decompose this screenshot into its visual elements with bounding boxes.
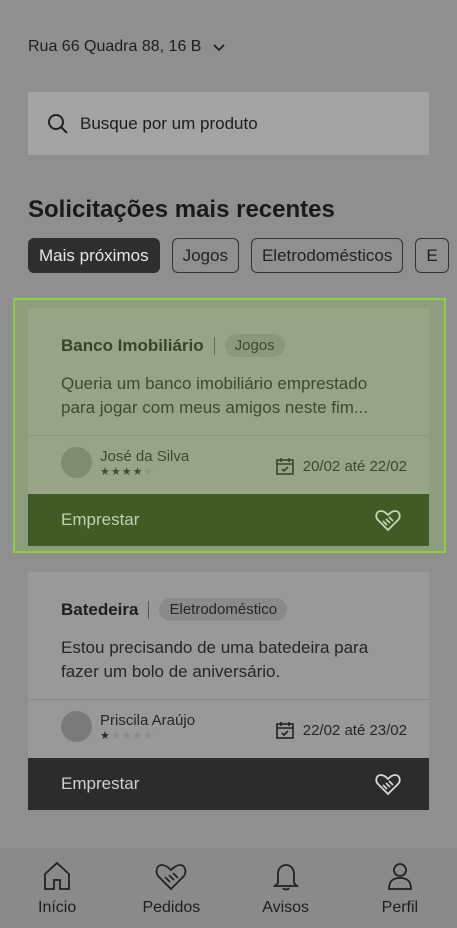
handshake-heart-icon: [375, 510, 401, 532]
date-range: 20/02 até 22/02: [302, 457, 407, 475]
nav-avisos[interactable]: Avisos: [236, 859, 336, 917]
nav-label: Início: [38, 899, 77, 916]
filter-chip-more[interactable]: E: [415, 238, 449, 273]
filter-chip-proximos[interactable]: Mais próximos: [28, 238, 160, 273]
chevron-down-icon: [213, 44, 226, 52]
search-icon: [48, 113, 68, 134]
search-input[interactable]: Busque por um produto: [28, 92, 429, 155]
request-card[interactable]: Banco Imobiliário Jogos Queria um banco …: [28, 308, 429, 546]
product-name: Banco Imobiliário: [61, 335, 204, 355]
address-selector[interactable]: Rua 66 Quadra 88, 16 B: [28, 38, 227, 56]
date-range: 22/02 até 23/02: [302, 721, 407, 739]
request-description: Estou precisando de uma batedeira para f…: [61, 638, 369, 681]
search-placeholder: Busque por um produto: [80, 113, 258, 133]
requester-name: José da Silva: [100, 447, 190, 465]
nav-label: Pedidos: [142, 899, 201, 916]
nav-pedidos[interactable]: Pedidos: [121, 859, 221, 917]
address-text: Rua 66 Quadra 88, 16 B: [28, 38, 202, 55]
category-tag: Jogos: [224, 334, 285, 357]
lend-button[interactable]: Emprestar: [28, 758, 429, 810]
user-icon: [387, 863, 412, 890]
handshake-heart-icon: [375, 774, 401, 796]
request-card[interactable]: Batedeira Eletrodoméstico Estou precisan…: [28, 572, 429, 810]
home-icon: [44, 861, 71, 890]
requester[interactable]: José da Silva ★★★★★: [61, 447, 189, 478]
filter-chip-jogos[interactable]: Jogos: [171, 238, 239, 273]
calendar-icon: [275, 722, 294, 739]
filter-chips: Mais próximos Jogos Eletrodomésticos E: [28, 238, 449, 273]
requester[interactable]: Priscila Araújo ★★★★★: [61, 711, 195, 742]
rating-stars: ★★★★★: [100, 465, 155, 478]
avatar: [61, 447, 92, 478]
nav-perfil[interactable]: Perfil: [350, 859, 450, 917]
handshake-heart-icon: [156, 864, 187, 891]
nav-inicio[interactable]: Início: [7, 859, 107, 917]
request-description: Queria um banco imobiliário emprestado p…: [61, 374, 369, 417]
category-tag: Eletrodoméstico: [159, 598, 288, 621]
divider: [28, 699, 429, 700]
avatar: [61, 711, 92, 742]
calendar-icon: [275, 458, 294, 475]
nav-label: Perfil: [381, 899, 419, 916]
request-dates: 20/02 até 22/02: [275, 456, 407, 476]
nav-label: Avisos: [262, 899, 310, 916]
lend-button[interactable]: Emprestar: [28, 494, 429, 546]
divider: [213, 336, 215, 355]
rating-stars: ★★★★★: [100, 729, 155, 742]
lend-label: Emprestar: [61, 510, 140, 529]
section-title: Solicitações mais recentes: [28, 196, 335, 223]
requester-name: Priscila Araújo: [100, 711, 196, 729]
product-name: Batedeira: [61, 599, 139, 619]
lend-label: Emprestar: [61, 774, 140, 793]
bottom-nav: Início Pedidos Avisos Perfil: [0, 848, 457, 928]
filter-chip-eletrodomesticos[interactable]: Eletrodomésticos: [250, 238, 404, 273]
divider: [148, 600, 150, 619]
bell-icon: [272, 864, 299, 891]
request-dates: 22/02 até 23/02: [275, 720, 407, 740]
divider: [28, 435, 429, 436]
